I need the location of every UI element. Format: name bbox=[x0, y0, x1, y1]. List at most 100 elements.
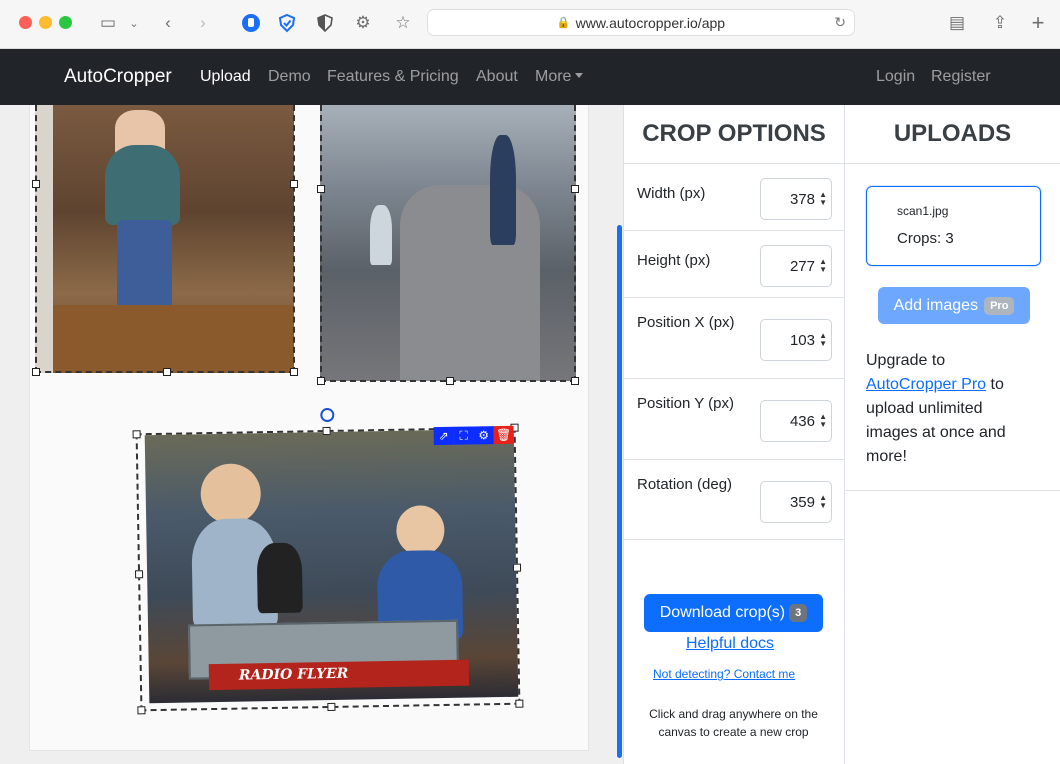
nav-upload[interactable]: Upload bbox=[200, 68, 251, 86]
option-row-width: Width (px) 378 ▲ ▼ bbox=[624, 163, 845, 230]
crop-settings-icon[interactable]: ⚙ bbox=[473, 426, 494, 445]
address-bar[interactable]: 🔒 www.autocropper.io/app ↻ bbox=[427, 9, 855, 36]
helpful-docs-link[interactable]: Helpful docs bbox=[686, 635, 774, 653]
browser-toolbar: ▭ ⌄ ‹ › ⚙ ☆ 🔒 www.autocropper.io/app ↻ ▤… bbox=[0, 0, 1060, 49]
resize-handle[interactable] bbox=[137, 706, 146, 715]
crop-region-3-selected[interactable]: ⇗ ⛶ ⚙ 🗑 bbox=[132, 407, 524, 715]
crop-options-panel: CROP OPTIONS Width (px) 378 ▲ ▼ Height (px… bbox=[623, 105, 845, 764]
resize-handle[interactable] bbox=[571, 185, 579, 193]
resize-handle[interactable] bbox=[32, 180, 40, 188]
resize-handle[interactable] bbox=[446, 377, 454, 385]
back-icon[interactable]: ‹ bbox=[156, 11, 180, 35]
shield-half-icon[interactable] bbox=[313, 11, 337, 35]
spinner-icon[interactable]: ▲ ▼ bbox=[819, 494, 827, 510]
position-y-input[interactable]: 436 ▲ ▼ bbox=[760, 400, 832, 442]
forward-icon[interactable]: › bbox=[191, 11, 215, 35]
option-row-position-x: Position X (px) 103 ▲ ▼ bbox=[624, 297, 845, 378]
reader-icon[interactable]: ▤ bbox=[945, 11, 969, 35]
chevron-down-icon[interactable]: ⌄ bbox=[122, 11, 146, 35]
share-icon[interactable]: ⇪ bbox=[988, 11, 1012, 35]
spinner-icon[interactable]: ▲ ▼ bbox=[819, 332, 827, 348]
resize-handle[interactable] bbox=[322, 426, 331, 436]
crop-canvas[interactable]: RADIO FLYER ⇗ ⛶ ⚙ 🗑 bbox=[0, 105, 623, 764]
nav-demo[interactable]: Demo bbox=[268, 68, 311, 86]
position-x-value: 103 bbox=[789, 331, 815, 349]
add-images-button[interactable]: Add images Pro bbox=[878, 287, 1030, 324]
canvas-scrollbar[interactable] bbox=[617, 225, 622, 758]
resize-handle[interactable] bbox=[290, 180, 298, 188]
position-x-label: Position X (px) bbox=[637, 314, 735, 331]
height-label: Height (px) bbox=[637, 252, 711, 269]
canvas-hint: Click and drag anywhere on the canvas to… bbox=[649, 707, 818, 739]
download-crops-button[interactable]: Download crop(s) 3 bbox=[644, 594, 823, 632]
resize-handle[interactable] bbox=[132, 430, 141, 439]
sidebar-icon[interactable]: ▭ bbox=[96, 11, 120, 35]
nav-features-pricing[interactable]: Features & Pricing bbox=[327, 68, 459, 86]
add-images-label: Add images bbox=[893, 296, 979, 314]
position-x-input[interactable]: 103 ▲ ▼ bbox=[760, 319, 832, 361]
pro-badge: Pro bbox=[984, 296, 1015, 315]
privacy-hand-icon[interactable] bbox=[239, 11, 263, 35]
delete-crop-icon[interactable]: 🗑 bbox=[493, 425, 514, 445]
autocropper-pro-link[interactable]: AutoCropper Pro bbox=[866, 376, 986, 393]
lock-icon: 🔒 bbox=[556, 17, 571, 29]
caret-down-icon bbox=[575, 73, 584, 78]
download-count-badge: 3 bbox=[789, 604, 808, 622]
resize-handle[interactable] bbox=[327, 702, 336, 712]
width-input[interactable]: 378 ▲ ▼ bbox=[760, 178, 832, 220]
zoom-window-button[interactable] bbox=[59, 16, 72, 29]
download-label: Download crop(s) bbox=[659, 604, 786, 621]
resize-handle[interactable] bbox=[317, 377, 325, 385]
nav-more[interactable]: More bbox=[535, 68, 584, 86]
option-row-height: Height (px) 277 ▲ ▼ bbox=[624, 230, 845, 297]
fit-crop-icon[interactable]: ⛶ bbox=[453, 426, 474, 445]
rotation-value: 359 bbox=[789, 493, 815, 511]
uploads-title: UPLOADS bbox=[893, 120, 1012, 147]
resize-handle[interactable] bbox=[290, 368, 298, 376]
width-label: Width (px) bbox=[637, 185, 706, 202]
open-crop-icon[interactable]: ⇗ bbox=[433, 426, 454, 446]
resize-handle[interactable] bbox=[515, 699, 524, 708]
position-y-value: 436 bbox=[789, 412, 815, 430]
spinner-icon[interactable]: ▲ ▼ bbox=[819, 413, 827, 429]
nav-more-label: More bbox=[535, 68, 572, 85]
navbar: AutoCropper Upload Demo Features & Prici… bbox=[0, 49, 1060, 105]
position-y-label: Position Y (px) bbox=[637, 395, 734, 412]
height-value: 277 bbox=[789, 257, 815, 275]
rotation-input[interactable]: 359 ▲ ▼ bbox=[760, 481, 832, 523]
contact-link[interactable]: Not detecting? Contact me bbox=[653, 667, 795, 681]
upload-file-name: scan1.jpg bbox=[897, 204, 949, 218]
shield-check-icon[interactable] bbox=[275, 11, 299, 35]
resize-handle[interactable] bbox=[134, 570, 144, 579]
resize-handle[interactable] bbox=[163, 368, 171, 376]
resize-handle[interactable] bbox=[32, 368, 40, 376]
width-value: 378 bbox=[789, 190, 815, 208]
upload-card[interactable]: scan1.jpg Crops: 3 bbox=[866, 186, 1041, 266]
new-tab-icon[interactable]: + bbox=[1026, 10, 1050, 35]
reload-icon[interactable]: ↻ bbox=[834, 14, 846, 31]
brand-logo[interactable]: AutoCropper bbox=[64, 66, 172, 88]
height-input[interactable]: 277 ▲ ▼ bbox=[760, 245, 832, 287]
minimize-window-button[interactable] bbox=[39, 16, 52, 29]
resize-handle[interactable] bbox=[512, 563, 522, 572]
spinner-icon[interactable]: ▲ ▼ bbox=[819, 191, 827, 207]
gear-icon[interactable]: ⚙ bbox=[351, 11, 375, 35]
upload-crop-count: Crops: 3 bbox=[897, 230, 954, 247]
divider bbox=[844, 490, 1060, 491]
close-window-button[interactable] bbox=[19, 16, 32, 29]
crop-region-2[interactable] bbox=[317, 105, 579, 385]
spinner-icon[interactable]: ▲ ▼ bbox=[819, 258, 827, 274]
rotation-label: Rotation (deg) bbox=[637, 476, 733, 493]
resize-handle[interactable] bbox=[571, 377, 579, 385]
option-row-rotation: Rotation (deg) 359 ▲ ▼ bbox=[624, 459, 845, 540]
nav-login[interactable]: Login bbox=[876, 68, 915, 86]
url-text: www.autocropper.io/app bbox=[575, 14, 726, 31]
resize-handle[interactable] bbox=[317, 185, 325, 193]
crop-region-1[interactable] bbox=[32, 105, 298, 376]
bookmark-star-icon[interactable]: ☆ bbox=[391, 11, 415, 35]
nav-register[interactable]: Register bbox=[931, 68, 991, 86]
crop-options-title: CROP OPTIONS bbox=[642, 120, 826, 147]
nav-about[interactable]: About bbox=[476, 68, 518, 86]
upgrade-message: Upgrade to AutoCropper Pro to upload unl… bbox=[866, 349, 1036, 469]
divider bbox=[845, 163, 1060, 164]
